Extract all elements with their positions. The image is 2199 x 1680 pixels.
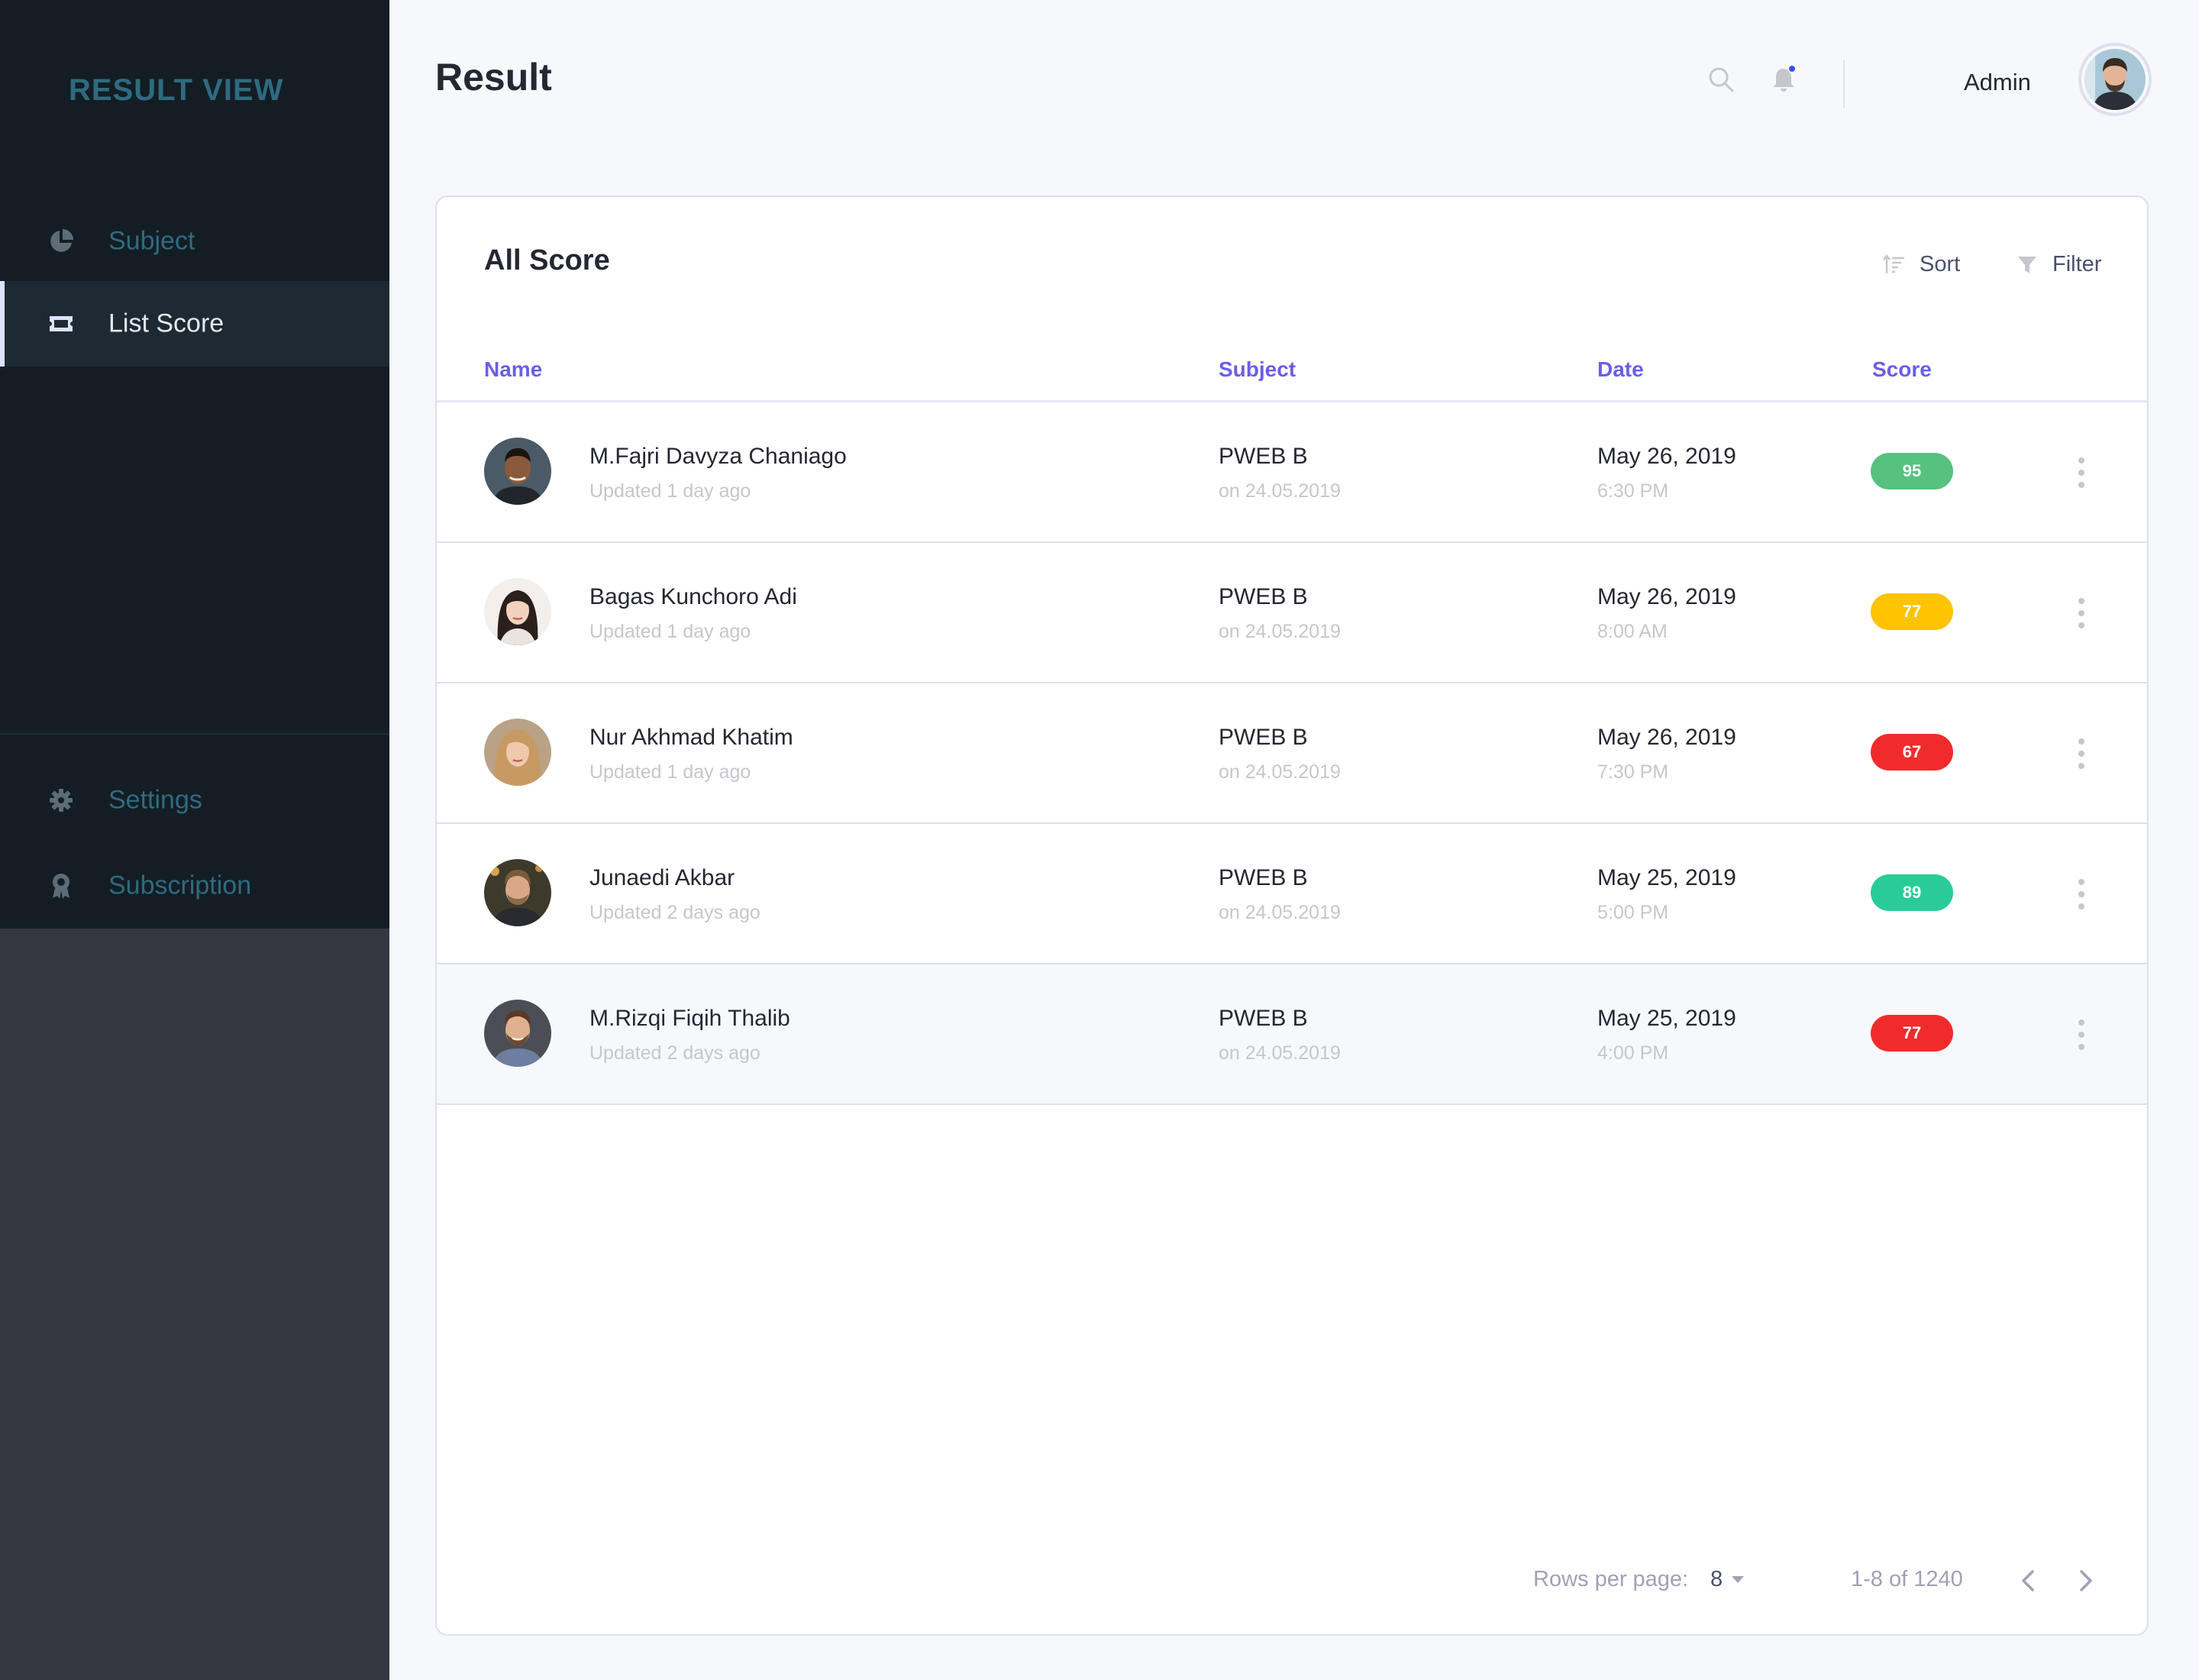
header-divider [1843,60,1845,108]
sidebar-item-subject[interactable]: Subject [0,199,389,284]
award-icon [47,872,75,900]
sidebar-nav-panel: RESULT VIEW Subject List Score Settings … [0,0,389,929]
table-row[interactable]: Bagas Kunchoro Adi Updated 1 day ago PWE… [437,543,2147,683]
sidebar-item-label: Settings [108,785,202,815]
sort-button[interactable]: Sort [1883,252,1960,277]
table-row[interactable]: Nur Akhmad Khatim Updated 1 day ago PWEB… [437,683,2147,824]
student-name: M.Rizqi Fiqih Thalib [589,1006,790,1031]
score-badge: 89 [1871,874,1953,911]
subject-date: on 24.05.2019 [1219,761,1341,783]
sidebar-item-label: Subscription [108,871,252,900]
sort-icon [1883,254,1906,276]
table-row[interactable]: M.Fajri Davyza Chaniago Updated 1 day ag… [437,402,2147,543]
avatar[interactable] [2078,43,2152,116]
pagination-range: 1-8 of 1240 [1851,1567,1963,1591]
time-text: 7:30 PM [1597,761,1669,783]
score-badge: 77 [1871,593,1953,630]
time-text: 6:30 PM [1597,480,1669,502]
sidebar-divider [0,733,389,735]
student-name: M.Fajri Davyza Chaniago [589,444,847,469]
page-title: Result [435,56,552,99]
chevron-right-icon[interactable] [2071,1567,2098,1594]
updated-text: Updated 1 day ago [589,480,751,502]
more-options-icon[interactable] [2075,738,2088,769]
subject-text: PWEB B [1219,584,1308,609]
subject-date: on 24.05.2019 [1219,1042,1341,1064]
date-text: May 26, 2019 [1597,725,1736,750]
updated-text: Updated 1 day ago [589,621,751,642]
avatar [484,1000,551,1067]
pie-chart-icon [47,228,75,255]
caret-down-icon[interactable] [1732,1576,1744,1583]
avatar [484,859,551,926]
column-header-score[interactable]: Score [1872,357,1932,382]
date-text: May 25, 2019 [1597,865,1736,890]
avatar [484,578,551,645]
score-badge: 95 [1871,453,1953,489]
table-row[interactable]: Junaedi Akbar Updated 2 days ago PWEB B … [437,824,2147,964]
notification-dot [1787,64,1797,73]
search-icon[interactable] [1707,66,1735,93]
date-text: May 26, 2019 [1597,584,1736,609]
sidebar-item-label: List Score [108,309,224,338]
sort-label: Sort [1920,252,1961,276]
date-text: May 25, 2019 [1597,1006,1736,1031]
sidebar-item-subscription[interactable]: Subscription [0,843,389,929]
filter-label: Filter [2052,252,2102,276]
score-table-card: All Score Sort Filter Name Subject Date … [435,195,2149,1636]
sidebar-item-list-score[interactable]: List Score [0,281,389,367]
gear-icon [47,787,75,814]
brand-logo[interactable]: RESULT VIEW [69,73,283,108]
more-options-icon[interactable] [2075,879,2088,909]
more-options-icon[interactable] [2075,1019,2088,1050]
avatar [484,719,551,786]
date-text: May 26, 2019 [1597,444,1736,469]
score-badge: 77 [1871,1015,1953,1052]
column-header-date[interactable]: Date [1597,357,1644,382]
subject-text: PWEB B [1219,725,1308,750]
updated-text: Updated 2 days ago [589,1042,760,1064]
subject-text: PWEB B [1219,865,1308,890]
subject-date: on 24.05.2019 [1219,621,1341,642]
subject-text: PWEB B [1219,1006,1308,1031]
time-text: 8:00 AM [1597,621,1668,642]
subject-date: on 24.05.2019 [1219,480,1341,502]
ticket-icon [47,310,75,338]
student-name: Junaedi Akbar [589,865,735,890]
subject-text: PWEB B [1219,444,1308,469]
chevron-left-icon[interactable] [2016,1567,2043,1594]
column-header-name[interactable]: Name [484,357,542,382]
subject-date: on 24.05.2019 [1219,902,1341,923]
card-title: All Score [484,244,610,276]
updated-text: Updated 1 day ago [589,761,751,783]
column-header-subject[interactable]: Subject [1219,357,1296,382]
student-name: Nur Akhmad Khatim [589,725,793,750]
rows-per-page-select[interactable]: 8 [1710,1567,1723,1592]
more-options-icon[interactable] [2075,598,2088,628]
sidebar-item-settings[interactable]: Settings [0,758,389,843]
user-name[interactable]: Admin [1964,69,2031,96]
time-text: 4:00 PM [1597,1042,1669,1064]
bell-icon[interactable] [1770,64,1797,95]
more-options-icon[interactable] [2075,457,2088,488]
filter-button[interactable]: Filter [2016,252,2101,277]
filter-icon [2016,254,2039,276]
updated-text: Updated 2 days ago [589,902,760,923]
student-name: Bagas Kunchoro Adi [589,584,797,609]
rows-per-page-label: Rows per page: [1533,1567,1689,1591]
time-text: 5:00 PM [1597,902,1669,923]
table-row[interactable]: M.Rizqi Fiqih Thalib Updated 2 days ago … [437,964,2147,1105]
sidebar: RESULT VIEW Subject List Score Settings … [0,0,389,1680]
sidebar-item-label: Subject [108,226,195,256]
avatar [484,438,551,505]
score-badge: 67 [1871,734,1953,771]
